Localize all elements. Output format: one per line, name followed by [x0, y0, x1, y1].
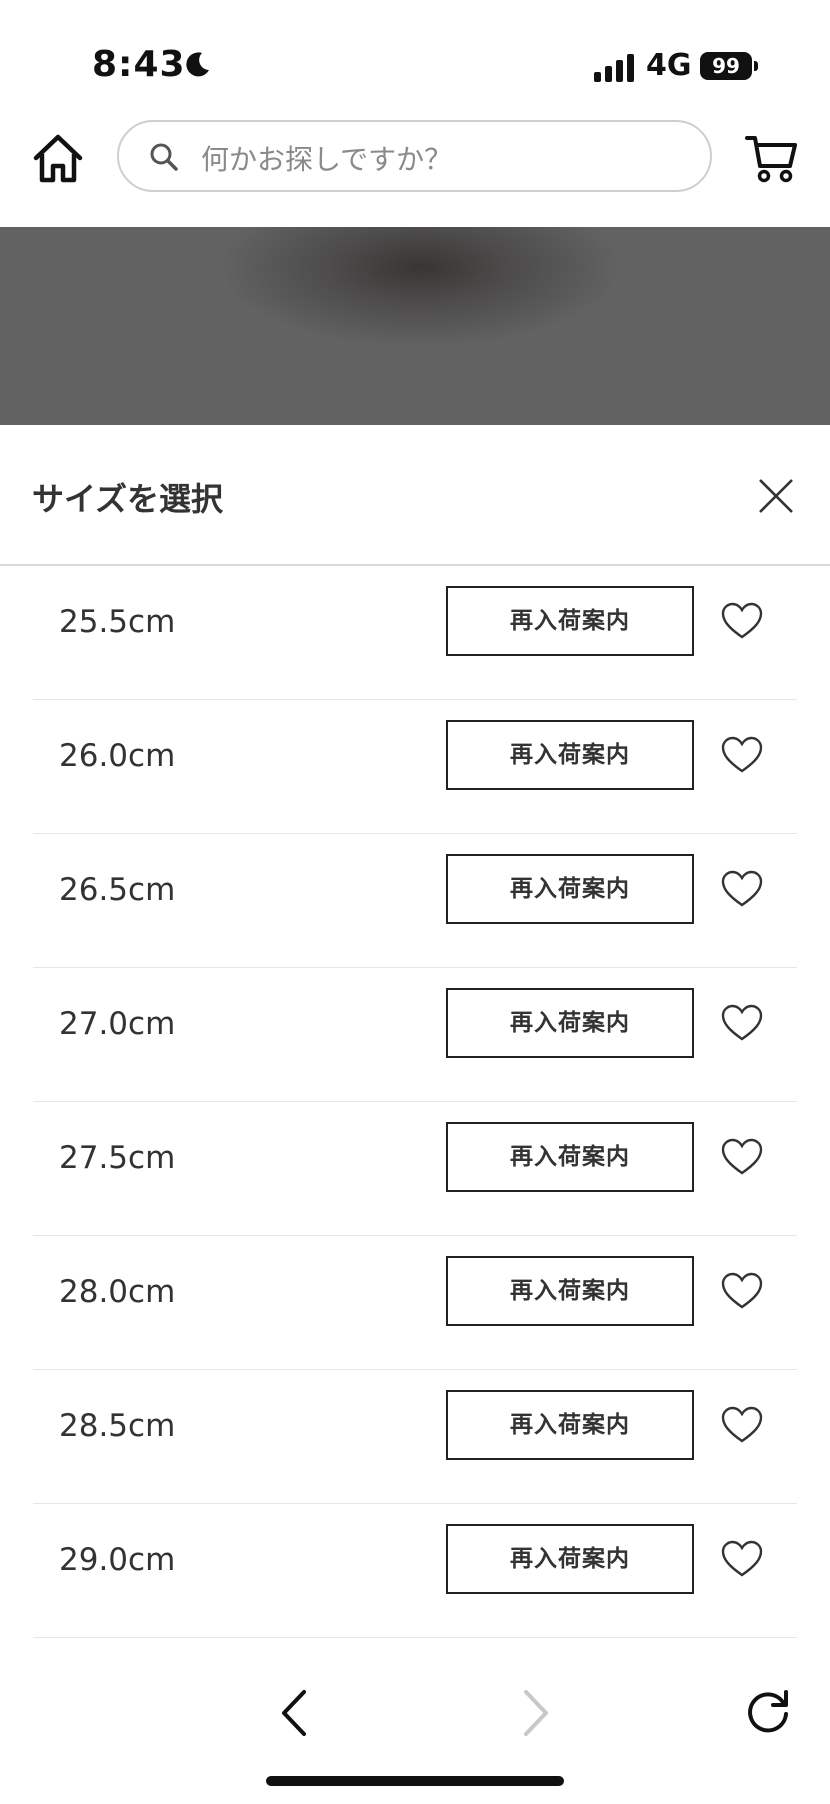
signal-icon	[594, 52, 636, 82]
heart-icon[interactable]	[721, 602, 763, 640]
home-indicator[interactable]	[266, 1776, 564, 1786]
size-label: 27.5cm	[59, 1140, 176, 1176]
size-row: 28.5cm 再入荷案内	[33, 1370, 797, 1504]
battery-tip	[754, 61, 758, 71]
home-icon[interactable]	[30, 130, 86, 186]
size-label: 27.0cm	[59, 1006, 176, 1042]
restock-notify-button[interactable]: 再入荷案内	[446, 1524, 694, 1594]
size-label: 28.0cm	[59, 1274, 176, 1310]
size-row: 27.5cm 再入荷案内	[33, 1102, 797, 1236]
product-image	[0, 227, 830, 425]
status-time: 8:43	[92, 44, 186, 85]
size-row: 28.0cm 再入荷案内	[33, 1236, 797, 1370]
size-label: 29.0cm	[59, 1542, 176, 1578]
size-label: 25.5cm	[59, 604, 176, 640]
battery-icon: 99	[700, 52, 752, 80]
heart-icon[interactable]	[721, 736, 763, 774]
restock-notify-button[interactable]: 再入荷案内	[446, 1122, 694, 1192]
network-type: 4G	[646, 48, 692, 83]
heart-icon[interactable]	[721, 1272, 763, 1310]
restock-notify-button[interactable]: 再入荷案内	[446, 1390, 694, 1460]
size-label: 26.0cm	[59, 738, 176, 774]
restock-notify-button[interactable]: 再入荷案内	[446, 720, 694, 790]
chevron-right-icon[interactable]	[516, 1688, 556, 1738]
restock-notify-button[interactable]: 再入荷案内	[446, 1256, 694, 1326]
size-label: 26.5cm	[59, 872, 176, 908]
restock-notify-button[interactable]: 再入荷案内	[446, 854, 694, 924]
restock-notify-button[interactable]: 再入荷案内	[446, 586, 694, 656]
size-row: 29.0cm 再入荷案内	[33, 1504, 797, 1638]
size-label: 28.5cm	[59, 1408, 176, 1444]
close-icon[interactable]	[756, 476, 796, 516]
size-row: 26.0cm 再入荷案内	[33, 700, 797, 834]
search-icon	[150, 143, 178, 171]
size-row: 25.5cm 再入荷案内	[33, 566, 797, 700]
sheet-title: サイズを選択	[32, 480, 224, 518]
search-input[interactable]: 何かお探しですか？	[201, 138, 452, 178]
heart-icon[interactable]	[721, 1540, 763, 1578]
cart-icon[interactable]	[744, 130, 800, 186]
heart-icon[interactable]	[721, 870, 763, 908]
heart-icon[interactable]	[721, 1406, 763, 1444]
moon-icon	[186, 52, 209, 77]
reload-icon[interactable]	[744, 1688, 792, 1736]
size-list: 25.5cm 再入荷案内 26.0cm 再入荷案内 26.5cm 再入荷案内 2…	[33, 566, 797, 1638]
size-row: 27.0cm 再入荷案内	[33, 968, 797, 1102]
heart-icon[interactable]	[721, 1004, 763, 1042]
chevron-left-icon[interactable]	[274, 1688, 314, 1738]
size-row: 26.5cm 再入荷案内	[33, 834, 797, 968]
search-bar[interactable]: 何かお探しですか？	[117, 120, 712, 192]
heart-icon[interactable]	[721, 1138, 763, 1176]
restock-notify-button[interactable]: 再入荷案内	[446, 988, 694, 1058]
